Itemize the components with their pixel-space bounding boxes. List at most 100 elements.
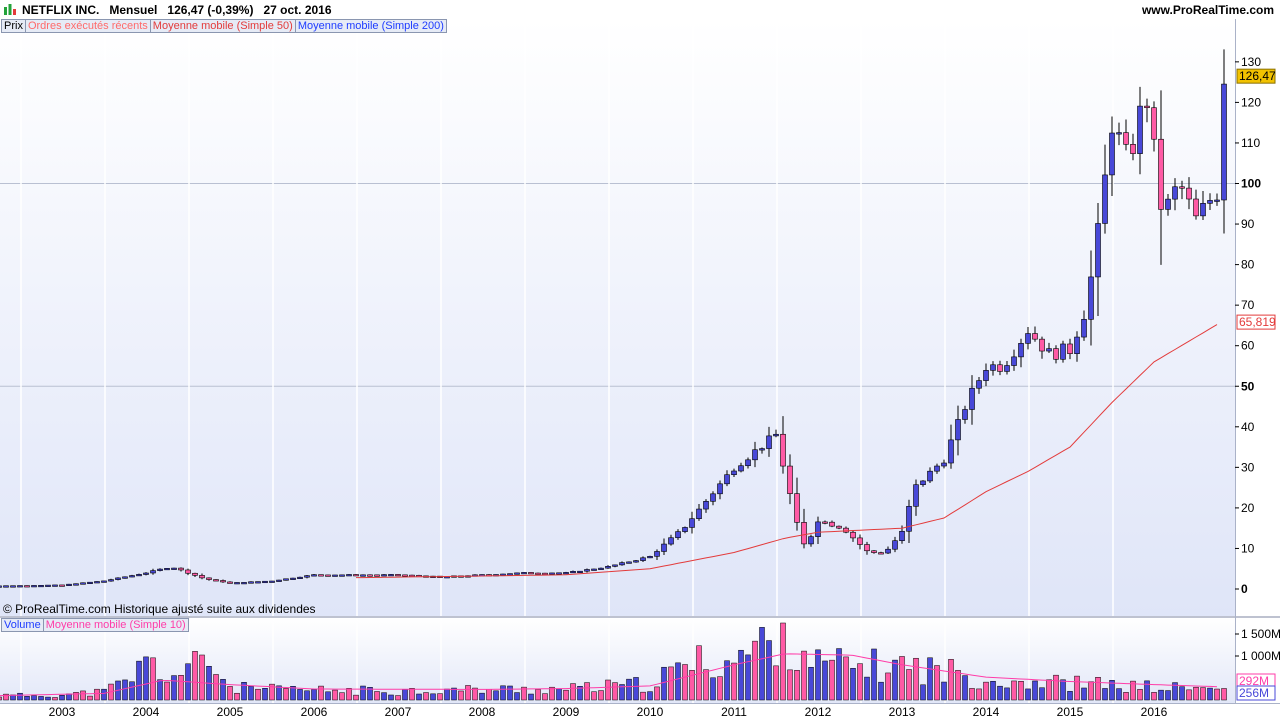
candle-body <box>556 572 562 575</box>
volume-bar <box>654 686 660 701</box>
volume-bar <box>542 693 548 701</box>
candle-body <box>773 433 779 437</box>
volume-bar <box>1158 689 1164 701</box>
candle-body <box>528 572 534 575</box>
volume-bar <box>850 668 856 701</box>
candle-body <box>255 581 261 584</box>
candle-body <box>745 459 751 467</box>
candle-body <box>94 581 100 584</box>
candle-body <box>1214 199 1220 202</box>
volume-bar <box>276 685 282 701</box>
candle-body <box>808 536 814 545</box>
volume-bar <box>94 688 100 701</box>
candle-body <box>829 521 835 527</box>
volume-bar <box>514 692 520 701</box>
price-legend: Prix Ordres exécutés récents Moyenne mob… <box>1 19 447 33</box>
time-axis-ticks: 2003 2004 2005 2006 2007 2008 2009 2010 2011 2012… <box>49 705 1168 719</box>
candle-body <box>129 575 135 578</box>
volume-bar <box>437 693 443 701</box>
candle-body <box>157 568 163 571</box>
volume-bar <box>1193 686 1199 701</box>
volume-bar <box>143 656 149 701</box>
volume-bar <box>45 696 51 701</box>
volume-bar <box>1123 692 1129 701</box>
price-tick-label-130: 130 <box>1241 55 1261 69</box>
volume-bar <box>570 683 576 701</box>
candle-body <box>1025 333 1031 344</box>
candle-body <box>304 575 310 578</box>
volume-bar <box>122 679 128 701</box>
legend-price[interactable]: Prix <box>1 19 26 33</box>
volume-last-badge: 256M <box>1236 685 1276 701</box>
volume-bar <box>129 681 135 701</box>
volume-bar <box>17 692 23 701</box>
candle-body <box>59 584 65 587</box>
volume-bar <box>752 640 758 701</box>
candle-body <box>283 578 289 581</box>
candle-body <box>381 574 387 577</box>
candle-body <box>1130 144 1136 154</box>
candle-body <box>885 548 891 554</box>
volume-bar <box>164 681 170 701</box>
volume-bar <box>955 670 961 701</box>
legend-volume[interactable]: Volume <box>1 618 44 632</box>
year-label-2011: 2011 <box>721 705 747 719</box>
candle-body <box>913 484 919 507</box>
candle-body <box>570 571 576 574</box>
volume-bar <box>605 679 611 701</box>
candle-body <box>927 470 933 482</box>
legend-ma200[interactable]: Moyenne mobile (Simple 200) <box>294 19 447 33</box>
volume-bar <box>297 689 303 701</box>
candle-body <box>1102 174 1108 224</box>
volume-bar <box>871 648 877 701</box>
volume-bar <box>1165 690 1171 701</box>
candle-body <box>738 465 744 472</box>
candle-body <box>311 574 317 577</box>
volume-bar <box>794 670 800 701</box>
candle-body <box>1123 132 1129 145</box>
volume-bar <box>1221 688 1227 701</box>
candle-body <box>759 448 765 451</box>
year-label-2009: 2009 <box>553 705 580 719</box>
candle-body <box>248 581 254 584</box>
volume-bar <box>24 696 30 701</box>
last-price-badge: 126,47 <box>1236 68 1276 84</box>
candle-body <box>843 527 849 533</box>
candle-body <box>227 581 233 584</box>
volume-bar <box>703 669 709 701</box>
legend-volume-ma10[interactable]: Moyenne mobile (Simple 10) <box>42 618 189 632</box>
candle-body <box>976 380 982 389</box>
volume-bar <box>766 640 772 701</box>
volume-bar <box>612 682 618 701</box>
candle-body <box>276 579 282 582</box>
volume-bar <box>1074 675 1080 701</box>
volume-bar <box>675 662 681 701</box>
volume-bar <box>661 666 667 701</box>
candle-body <box>857 537 863 545</box>
candle-body <box>1067 343 1073 354</box>
candle-body <box>31 585 37 588</box>
candle-body <box>836 525 842 529</box>
legend-recent-orders[interactable]: Ordres exécutés récents <box>24 19 151 33</box>
year-label-2013: 2013 <box>889 705 916 719</box>
candle-body <box>325 574 331 577</box>
candle-body <box>1053 348 1059 360</box>
candle-body <box>906 506 912 532</box>
candle-body <box>1158 138 1164 210</box>
price-tick-label-60: 60 <box>1241 339 1255 353</box>
volume-bar <box>255 688 261 701</box>
volume-bar <box>150 657 156 701</box>
candle-body <box>899 530 905 541</box>
candle-body <box>52 584 58 587</box>
candle-body <box>626 561 632 564</box>
price-tick-label-20: 20 <box>1241 501 1255 515</box>
volume-bar <box>1095 677 1101 701</box>
volume-bar <box>346 688 352 701</box>
legend-ma50[interactable]: Moyenne mobile (Simple 50) <box>149 19 296 33</box>
volume-bar <box>1067 691 1073 701</box>
volume-bar <box>962 675 968 701</box>
candle-body <box>206 577 212 580</box>
volume-bar <box>171 675 177 701</box>
candle-body <box>234 582 240 585</box>
volume-bar <box>311 689 317 701</box>
